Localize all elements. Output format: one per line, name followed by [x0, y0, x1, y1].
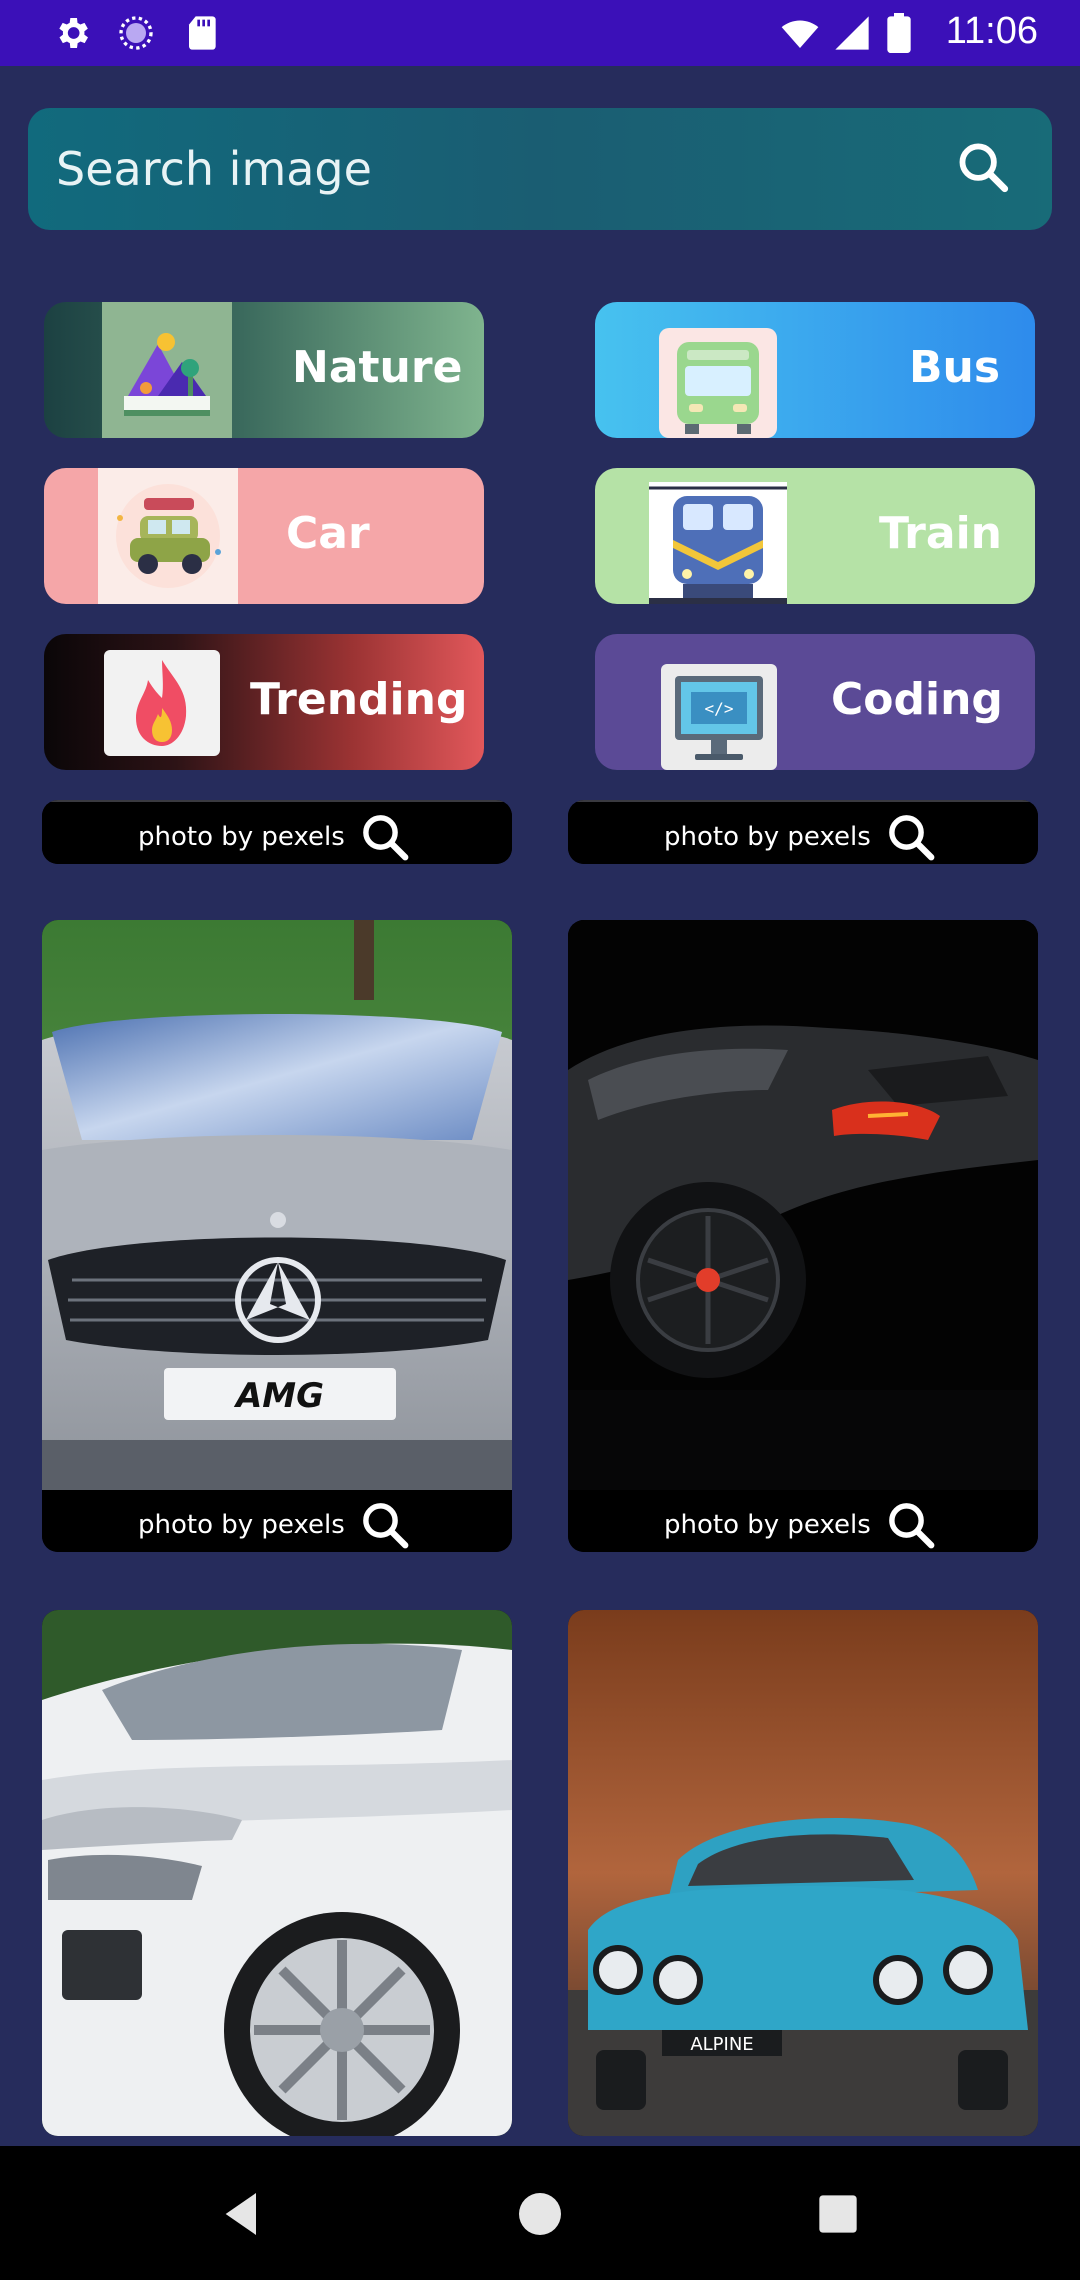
magnifier-icon[interactable]	[358, 1498, 412, 1552]
loading-icon	[119, 16, 153, 50]
category-label: Trending	[250, 674, 468, 725]
category-coding[interactable]: </> Coding	[595, 634, 1035, 770]
category-label: Bus	[909, 342, 1001, 393]
wifi-icon	[781, 20, 819, 48]
category-bus[interactable]: Bus	[595, 302, 1035, 438]
category-train[interactable]: Train	[595, 468, 1035, 604]
photo-image	[568, 920, 1038, 1492]
category-label: Car	[286, 508, 370, 559]
photo-card[interactable]: photo by pexels	[568, 800, 1038, 864]
caption-text: photo by pexels	[138, 822, 345, 852]
category-label: Coding	[831, 674, 1003, 725]
bus-icon	[659, 328, 777, 438]
caption-text: photo by pexels	[664, 822, 871, 852]
photo-card[interactable]: photo by pexels	[568, 920, 1038, 1552]
search-bar[interactable]: Search image	[28, 108, 1052, 230]
category-label: Nature	[292, 342, 463, 393]
clock: 11:06	[945, 10, 1038, 52]
nature-icon	[102, 302, 232, 438]
photo-image: ALPINE	[568, 1610, 1038, 2136]
caption-text: photo by pexels	[664, 1510, 871, 1540]
svg-text:</>: </>	[705, 699, 734, 718]
photo-card[interactable]	[42, 1610, 512, 2136]
magnifier-icon[interactable]	[358, 810, 412, 864]
train-icon	[649, 482, 787, 604]
category-nature[interactable]: Nature	[44, 302, 484, 438]
navigation-bar	[0, 2146, 1080, 2280]
magnifier-icon[interactable]	[884, 1498, 938, 1552]
plate-text: ALPINE	[690, 2034, 753, 2055]
app-content: Search image Nature Bus Car Train Trendi…	[0, 66, 1080, 2146]
photo-caption: photo by pexels	[568, 802, 1038, 864]
home-icon[interactable]	[512, 2186, 568, 2242]
battery-icon	[887, 13, 911, 53]
plate-text: AMG	[233, 1376, 324, 1416]
magnifier-icon[interactable]	[884, 810, 938, 864]
photo-card[interactable]: photo by pexels	[42, 800, 512, 864]
gear-icon	[59, 18, 88, 48]
signal-icon	[835, 16, 869, 50]
photo-caption: photo by pexels	[568, 1490, 1038, 1552]
search-input[interactable]: Search image	[56, 142, 372, 196]
recents-icon[interactable]	[810, 2186, 866, 2242]
photo-card[interactable]: ALPINE	[568, 1610, 1038, 2136]
category-car[interactable]: Car	[44, 468, 484, 604]
search-icon[interactable]	[954, 138, 1012, 196]
caption-text: photo by pexels	[138, 1510, 345, 1540]
status-bar: 11:06	[0, 0, 1080, 66]
category-label: Train	[879, 508, 1002, 559]
photo-image	[42, 1610, 512, 2136]
sd-card-icon	[189, 16, 216, 50]
car-icon	[98, 468, 238, 604]
photo-card[interactable]: AMG photo by pexels	[42, 920, 512, 1552]
photo-caption: photo by pexels	[42, 1490, 512, 1552]
monitor-code-icon: </>	[661, 664, 777, 770]
photo-image: AMG	[42, 920, 512, 1492]
fire-icon	[104, 650, 220, 756]
photo-caption: photo by pexels	[42, 802, 512, 864]
back-icon[interactable]	[214, 2186, 270, 2242]
category-trending[interactable]: Trending	[44, 634, 484, 770]
